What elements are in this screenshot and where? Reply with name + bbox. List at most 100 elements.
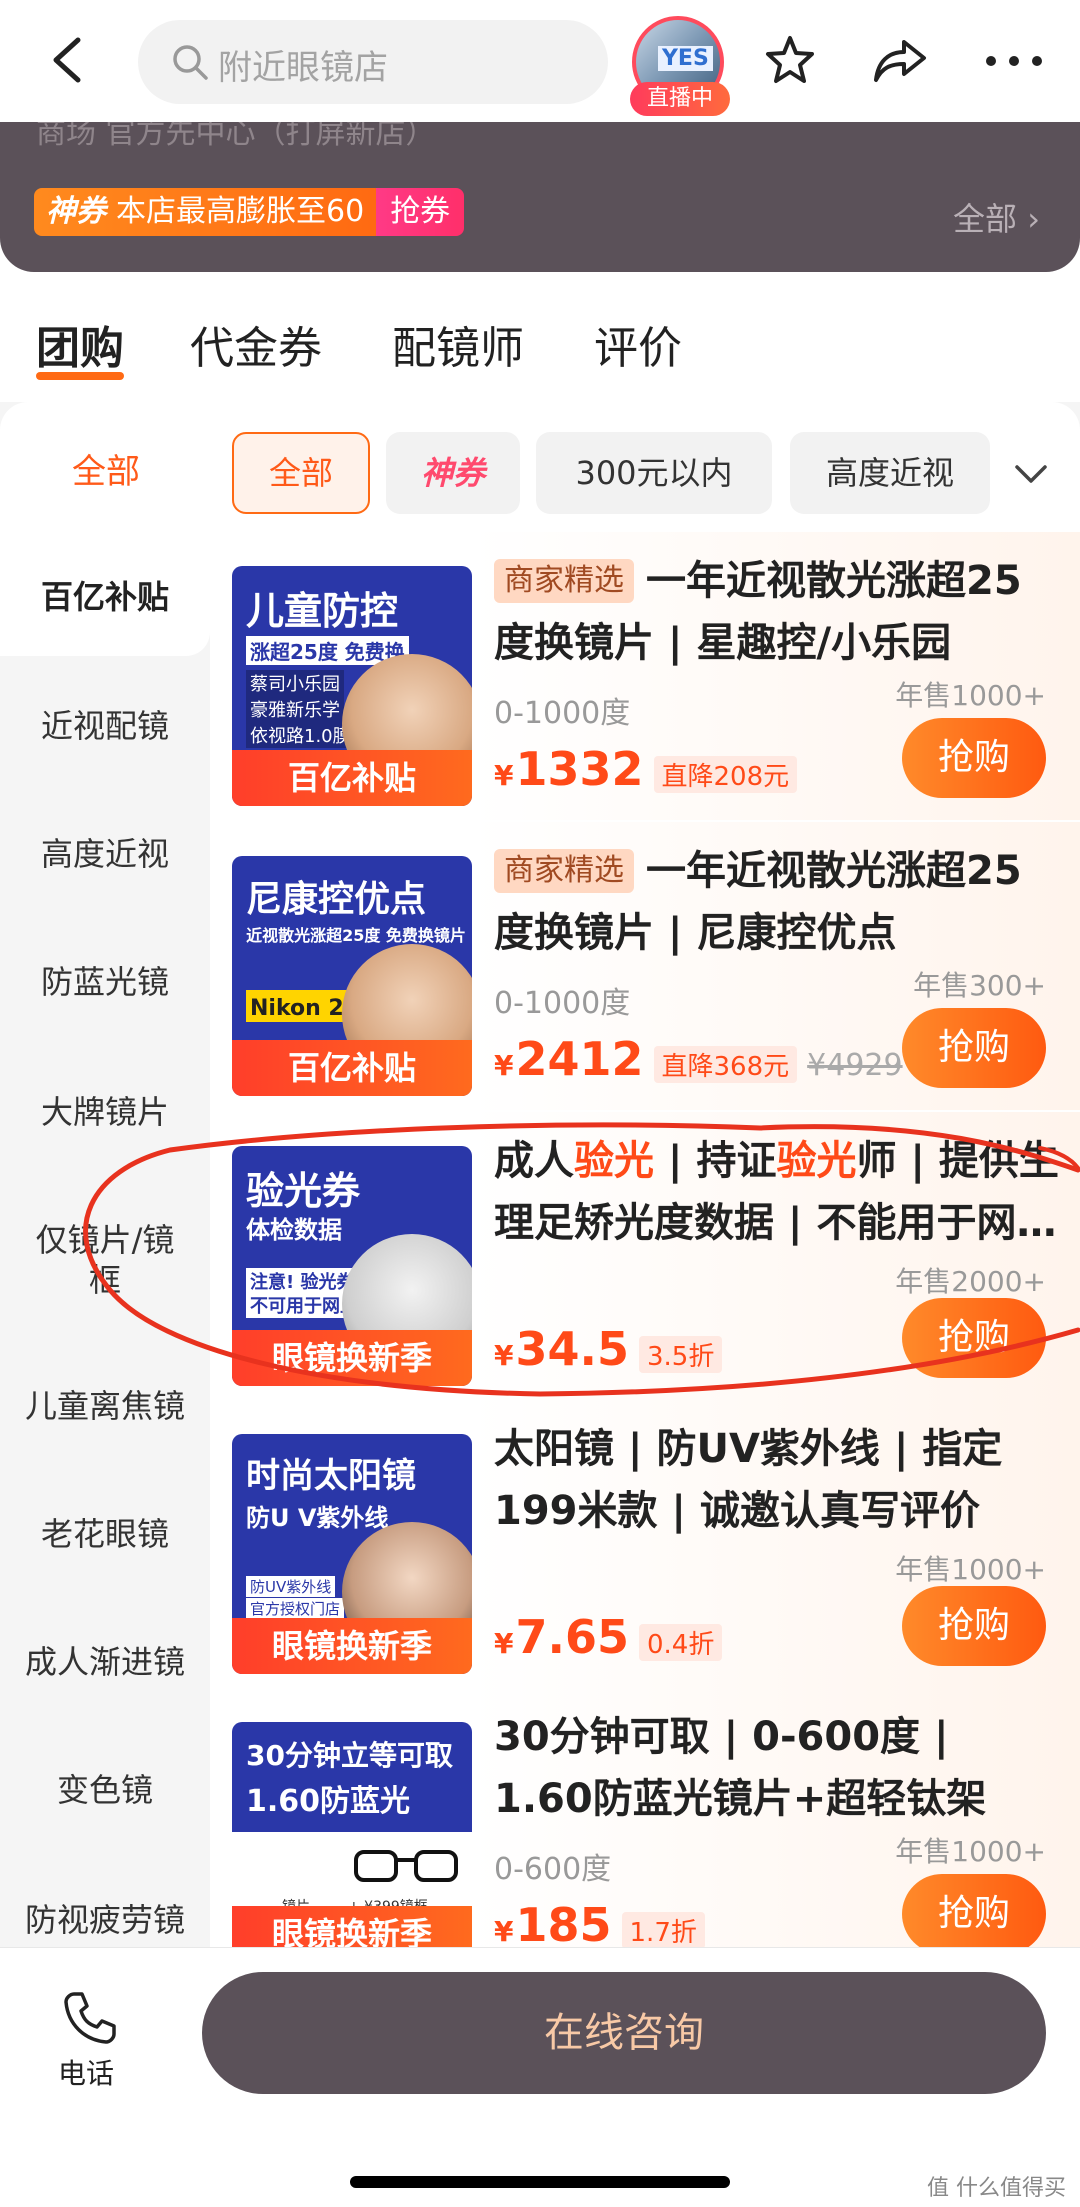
product-title: 商家精选 一年近视散光涨超25度换镜片 | 星趣控/小乐园	[494, 550, 1060, 674]
thumb-subtitle: 1.60防蓝光	[246, 1784, 411, 1819]
sidebar-item-high-myopia[interactable]: 高度近视	[0, 834, 210, 874]
product-thumbnail: 时尚太阳镜 防U V紫外线 防UV紫外线 官方授权门店 眼镜换新季	[232, 1434, 472, 1674]
product-card[interactable]: 尼康控优点 近视散光涨超25度 免费换镜片 Nikon 2.0版 百亿补贴 商家…	[210, 822, 1080, 1110]
product-title-text: 30分钟可取 | 0-600度 | 1.60防蓝光镜片+超轻钛架	[494, 1714, 987, 1822]
thumb-title: 尼康控优点	[246, 879, 427, 920]
coupon-label: 神券	[46, 194, 106, 229]
sidebar-item-anti-fatigue[interactable]: 防视疲劳镜	[0, 1900, 210, 1940]
price-row: ¥ 2412 直降368元 ¥4929	[494, 1032, 903, 1086]
buy-button[interactable]: 抢购	[902, 718, 1046, 798]
price-value: 2412	[515, 1032, 644, 1086]
degree-range: 0-1000度	[494, 696, 631, 731]
thumb-stripe: 眼镜换新季	[232, 1618, 472, 1674]
thumb-subtitle: 近视散光涨超25度 免费换镜片	[246, 926, 466, 945]
grab-coupon-button[interactable]: 抢券	[376, 188, 465, 236]
watermark-text: 值 什么值得买	[927, 2176, 1066, 2201]
tab-vouchers[interactable]: 代金券	[190, 312, 322, 376]
price-value: 7.65	[515, 1610, 629, 1664]
tab-bar: 团购 代金券 配镜师 评价	[0, 272, 1080, 402]
price-row: ¥ 1332 直降208元	[494, 742, 798, 796]
share-icon[interactable]	[872, 36, 928, 84]
price-row: ¥ 185 1.7折	[494, 1898, 705, 1947]
thumb-stripe: 百亿补贴	[232, 1040, 472, 1096]
product-card[interactable]: 时尚太阳镜 防U V紫外线 防UV紫外线 官方授权门店 眼镜换新季 太阳镜 | …	[210, 1400, 1080, 1688]
discount-badge: 直降208元	[653, 756, 798, 793]
product-title: 商家精选 一年近视散光涨超25度换镜片 | 尼康控优点	[494, 840, 1060, 964]
annual-sales: 年售1000+	[895, 1553, 1046, 1586]
eyeglasses-icon	[354, 1850, 458, 1882]
buy-button[interactable]: 抢购	[902, 1298, 1046, 1378]
filter-row: 全部 全部 神券 300元以内 高度近视	[0, 402, 1080, 532]
price-value: 1332	[515, 742, 644, 796]
sidebar-item-myopia[interactable]: 近视配镜	[0, 706, 210, 746]
currency-symbol: ¥	[494, 1627, 514, 1660]
merchant-pick-tag: 商家精选	[494, 559, 634, 603]
filter-chip-all[interactable]: 全部	[232, 432, 370, 514]
price-row: ¥ 34.5 3.5折	[494, 1322, 723, 1376]
sidebar-item-lens-frame[interactable]: 仅镜片/镜框	[0, 1220, 210, 1300]
coupon-badge[interactable]: 神券 本店最高膨胀至60 抢券	[34, 188, 465, 236]
thumb-line: 防UV紫外线	[246, 1576, 336, 1597]
product-thumbnail: 30分钟立等可取 1.60防蓝光 镜片 + ¥399镜框 眼镜换新季	[232, 1722, 472, 1947]
product-thumbnail: 验光券 体检数据 注意! 验光券数据 不可用于网上配镜 眼镜换新季	[232, 1146, 472, 1386]
buy-button[interactable]: 抢购	[902, 1008, 1046, 1088]
filter-chip-coupon[interactable]: 神券	[386, 432, 520, 514]
merchant-pick-tag: 商家精选	[494, 849, 634, 893]
shop-banner: 商场 官方先中心（打屏新店） 神券 本店最高膨胀至60 抢券 全部 ›	[0, 116, 1080, 272]
phone-icon[interactable]	[60, 1988, 120, 2048]
currency-symbol: ¥	[494, 1915, 514, 1947]
title-highlight: 验光	[574, 1138, 654, 1184]
buy-button[interactable]: 抢购	[902, 1586, 1046, 1666]
chevron-down-icon[interactable]	[1014, 464, 1048, 486]
product-thumbnail: 儿童防控 涨超25度 免费换 蔡司小乐园 豪雅新乐学 依视路1.0膜洁 百亿补贴	[232, 566, 472, 806]
product-card[interactable]: 儿童防控 涨超25度 免费换 蔡司小乐园 豪雅新乐学 依视路1.0膜洁 百亿补贴…	[210, 532, 1080, 820]
original-price: ¥4929	[807, 1048, 903, 1083]
thumb-line: 官方授权门店	[246, 1598, 345, 1619]
tab-reviews[interactable]: 评价	[594, 312, 682, 376]
thumb-line: 豪雅新乐学	[246, 696, 344, 722]
home-indicator	[350, 2176, 730, 2188]
tab-opticians[interactable]: 配镜师	[392, 312, 524, 376]
tab-group-buy[interactable]: 团购	[36, 312, 124, 376]
discount-badge: 直降368元	[653, 1046, 798, 1083]
product-title: 太阳镜 | 防UV紫外线 | 指定199米款 | 诚邀认真写评价	[494, 1418, 1060, 1542]
sidebar-item-kids-defocus[interactable]: 儿童离焦镜	[0, 1386, 210, 1426]
more-options-icon[interactable]	[984, 54, 1044, 68]
sidebar-item-blue-light[interactable]: 防蓝光镜	[0, 962, 210, 1002]
sidebar-item-label: 百亿补贴	[40, 578, 169, 616]
annual-sales: 年售1000+	[895, 679, 1046, 712]
phone-label: 电话	[58, 2057, 115, 2090]
price-value: 185	[515, 1898, 612, 1947]
thumb-line: 蔡司小乐园	[246, 670, 344, 696]
favorite-star-icon[interactable]	[764, 34, 816, 86]
currency-symbol: ¥	[494, 759, 514, 792]
sidebar-item-subsidy[interactable]: 百亿补贴	[0, 532, 210, 656]
annual-sales: 年售300+	[913, 969, 1046, 1002]
thumb-stripe: 眼镜换新季	[232, 1330, 472, 1386]
sidebar-item-brand-lens[interactable]: 大牌镜片	[0, 1092, 210, 1132]
online-consult-button[interactable]: 在线咨询	[202, 1972, 1046, 2094]
annual-sales: 年售1000+	[895, 1835, 1046, 1868]
filter-chip-high-myopia[interactable]: 高度近视	[790, 432, 990, 514]
sidebar-item-progressive[interactable]: 成人渐进镜	[0, 1642, 210, 1682]
search-input[interactable]: 附近眼镜店	[138, 20, 608, 104]
buy-button[interactable]: 抢购	[902, 1874, 1046, 1947]
filter-chip-under-300[interactable]: 300元以内	[536, 432, 772, 514]
sidebar-item-reading[interactable]: 老花眼镜	[0, 1514, 210, 1554]
side-all-label[interactable]: 全部	[72, 444, 140, 493]
thumb-subtitle: 体检数据	[246, 1216, 342, 1244]
thumb-subtitle: 防U V紫外线	[246, 1504, 389, 1532]
product-card[interactable]: 30分钟立等可取 1.60防蓝光 镜片 + ¥399镜框 眼镜换新季 30分钟可…	[210, 1688, 1080, 1947]
banner-all-label: 全部	[953, 200, 1018, 238]
sidebar-item-photochromic[interactable]: 变色镜	[0, 1770, 210, 1810]
title-part: | 持证	[654, 1138, 777, 1184]
product-card[interactable]: 验光券 体检数据 注意! 验光券数据 不可用于网上配镜 眼镜换新季 成人验光 |…	[210, 1112, 1080, 1400]
live-logo-text: YES	[658, 46, 713, 71]
product-title-text: 太阳镜 | 防UV紫外线 | 指定199米款 | 诚邀认真写评价	[494, 1426, 1003, 1534]
back-arrow-icon[interactable]	[48, 36, 88, 84]
title-highlight: 验光	[776, 1138, 857, 1184]
currency-symbol: ¥	[494, 1049, 514, 1082]
banner-all-link[interactable]: 全部 ›	[953, 194, 1040, 240]
product-title: 30分钟可取 | 0-600度 | 1.60防蓝光镜片+超轻钛架	[494, 1706, 1060, 1830]
top-bar: 附近眼镜店 YES 直播中	[0, 0, 1080, 122]
